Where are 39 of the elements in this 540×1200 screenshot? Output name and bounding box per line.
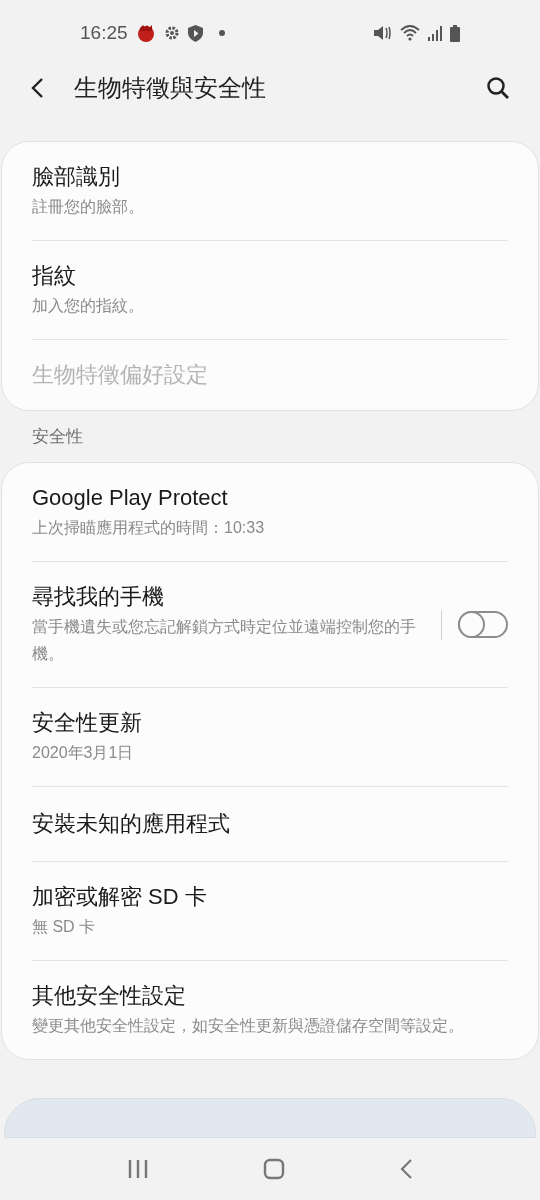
section-header: 安全性 <box>32 425 83 448</box>
row-subtitle: 2020年3月1日 <box>32 743 135 763</box>
row-title: Google Play Protect <box>32 484 229 512</box>
app-icon <box>135 23 156 43</box>
row-title: 加密或解密 SD 卡 <box>32 883 208 911</box>
settings-row[interactable]: 尋找我的手機 當手機遺失或您忘記解鎖方式時定位並遠端控制您的手機。 <box>32 562 508 688</box>
row-title: 其他安全性設定 <box>32 982 187 1010</box>
row-subtitle: 變更其他安全性設定，如安全性更新與憑證儲存空間等設定。 <box>32 1016 465 1036</box>
row-title: 臉部識別 <box>32 163 121 191</box>
row-title: 安全性更新 <box>32 709 143 737</box>
status-time: 16:25 <box>80 20 128 45</box>
row-title: 生物特徵偏好設定 <box>32 361 209 389</box>
recent-apps-icon[interactable] <box>127 1159 149 1179</box>
back-icon[interactable] <box>30 77 44 99</box>
gear-icon <box>163 25 180 41</box>
settings-row[interactable]: 安全性更新 2020年3月1日 <box>32 688 508 787</box>
dot-icon <box>218 30 225 36</box>
signal-icon <box>428 25 442 41</box>
home-icon[interactable] <box>263 1158 285 1180</box>
settings-row[interactable]: 指紋 加入您的指紋。 <box>32 241 508 340</box>
shield-icon <box>187 24 203 42</box>
row-title: 尋找我的手機 <box>32 583 165 611</box>
row-title: 指紋 <box>32 262 77 290</box>
row-subtitle: 當手機遺失或您忘記解鎖方式時定位並遠端控制您的手機。 <box>32 617 417 664</box>
battery-icon <box>450 24 460 42</box>
settings-row[interactable]: 其他安全性設定 變更其他安全性設定，如安全性更新與憑證儲存空間等設定。 <box>32 961 508 1059</box>
settings-row[interactable]: Google Play Protect 上次掃瞄應用程式的時間：10:33 <box>32 463 508 562</box>
search-icon[interactable] <box>486 76 510 100</box>
settings-row[interactable]: 加密或解密 SD 卡 無 SD 卡 <box>32 862 508 961</box>
row-title: 安裝未知的應用程式 <box>32 810 231 838</box>
page-title: 生物特徵與安全性 <box>74 73 266 103</box>
settings-row[interactable]: 安裝未知的應用程式 <box>32 787 508 862</box>
toggle-switch[interactable] <box>458 611 508 638</box>
settings-row[interactable]: 臉部識別 註冊您的臉部。 <box>32 142 508 241</box>
row-subtitle: 註冊您的臉部。 <box>32 197 145 217</box>
row-subtitle: 無 SD 卡 <box>32 917 97 937</box>
row-subtitle: 上次掃瞄應用程式的時間：10:33 <box>32 518 266 538</box>
row-subtitle: 加入您的指紋。 <box>32 296 145 316</box>
wifi-icon <box>400 25 420 41</box>
